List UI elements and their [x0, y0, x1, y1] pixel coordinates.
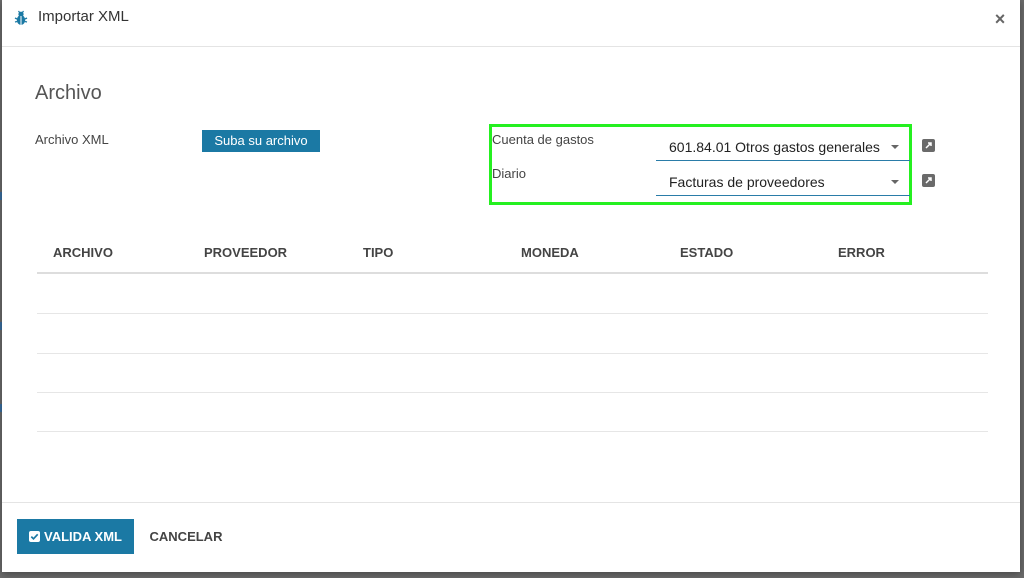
validate-xml-button[interactable]: VALIDA XML	[17, 519, 134, 554]
column-header-moneda[interactable]: MONEDA	[521, 245, 579, 260]
dialog-title: Importar XML	[38, 8, 129, 25]
column-header-tipo[interactable]: TIPO	[363, 245, 393, 260]
column-header-estado[interactable]: ESTADO	[680, 245, 733, 260]
expense-account-value: 601.84.01 Otros gastos generales	[669, 139, 880, 155]
table-row-divider	[37, 313, 988, 314]
external-link-icon[interactable]	[922, 139, 935, 152]
file-label: Archivo XML	[35, 132, 109, 147]
table-row-divider	[37, 431, 988, 432]
chevron-down-icon	[891, 180, 899, 184]
validate-xml-label: VALIDA XML	[44, 529, 122, 544]
section-title: Archivo	[35, 82, 102, 104]
column-header-error[interactable]: ERROR	[838, 245, 885, 260]
upload-file-button[interactable]: Suba su archivo	[202, 130, 320, 152]
journal-label: Diario	[492, 166, 526, 181]
dialog-header: Importar XML ×	[2, 0, 1020, 47]
cancel-button[interactable]: CANCELAR	[142, 519, 230, 554]
import-xml-dialog: Importar XML × Archivo Archivo XML Suba …	[2, 0, 1020, 572]
column-header-proveedor[interactable]: PROVEEDOR	[204, 245, 287, 260]
table-row-divider	[37, 392, 988, 393]
dialog-footer: VALIDA XML CANCELAR	[2, 502, 1020, 573]
chevron-down-icon	[891, 145, 899, 149]
table-header: ARCHIVO PROVEEDOR TIPO MONEDA ESTADO ERR…	[37, 240, 988, 274]
column-header-archivo[interactable]: ARCHIVO	[53, 245, 113, 260]
expense-account-label: Cuenta de gastos	[492, 132, 594, 147]
external-link-icon[interactable]	[922, 174, 935, 187]
expense-account-select[interactable]: 601.84.01 Otros gastos generales	[656, 135, 910, 161]
journal-value: Facturas de proveedores	[669, 174, 825, 190]
close-icon[interactable]: ×	[992, 10, 1008, 28]
check-square-icon	[29, 531, 40, 542]
table-row-divider	[37, 353, 988, 354]
bug-icon	[14, 10, 28, 25]
journal-select[interactable]: Facturas de proveedores	[656, 170, 910, 196]
